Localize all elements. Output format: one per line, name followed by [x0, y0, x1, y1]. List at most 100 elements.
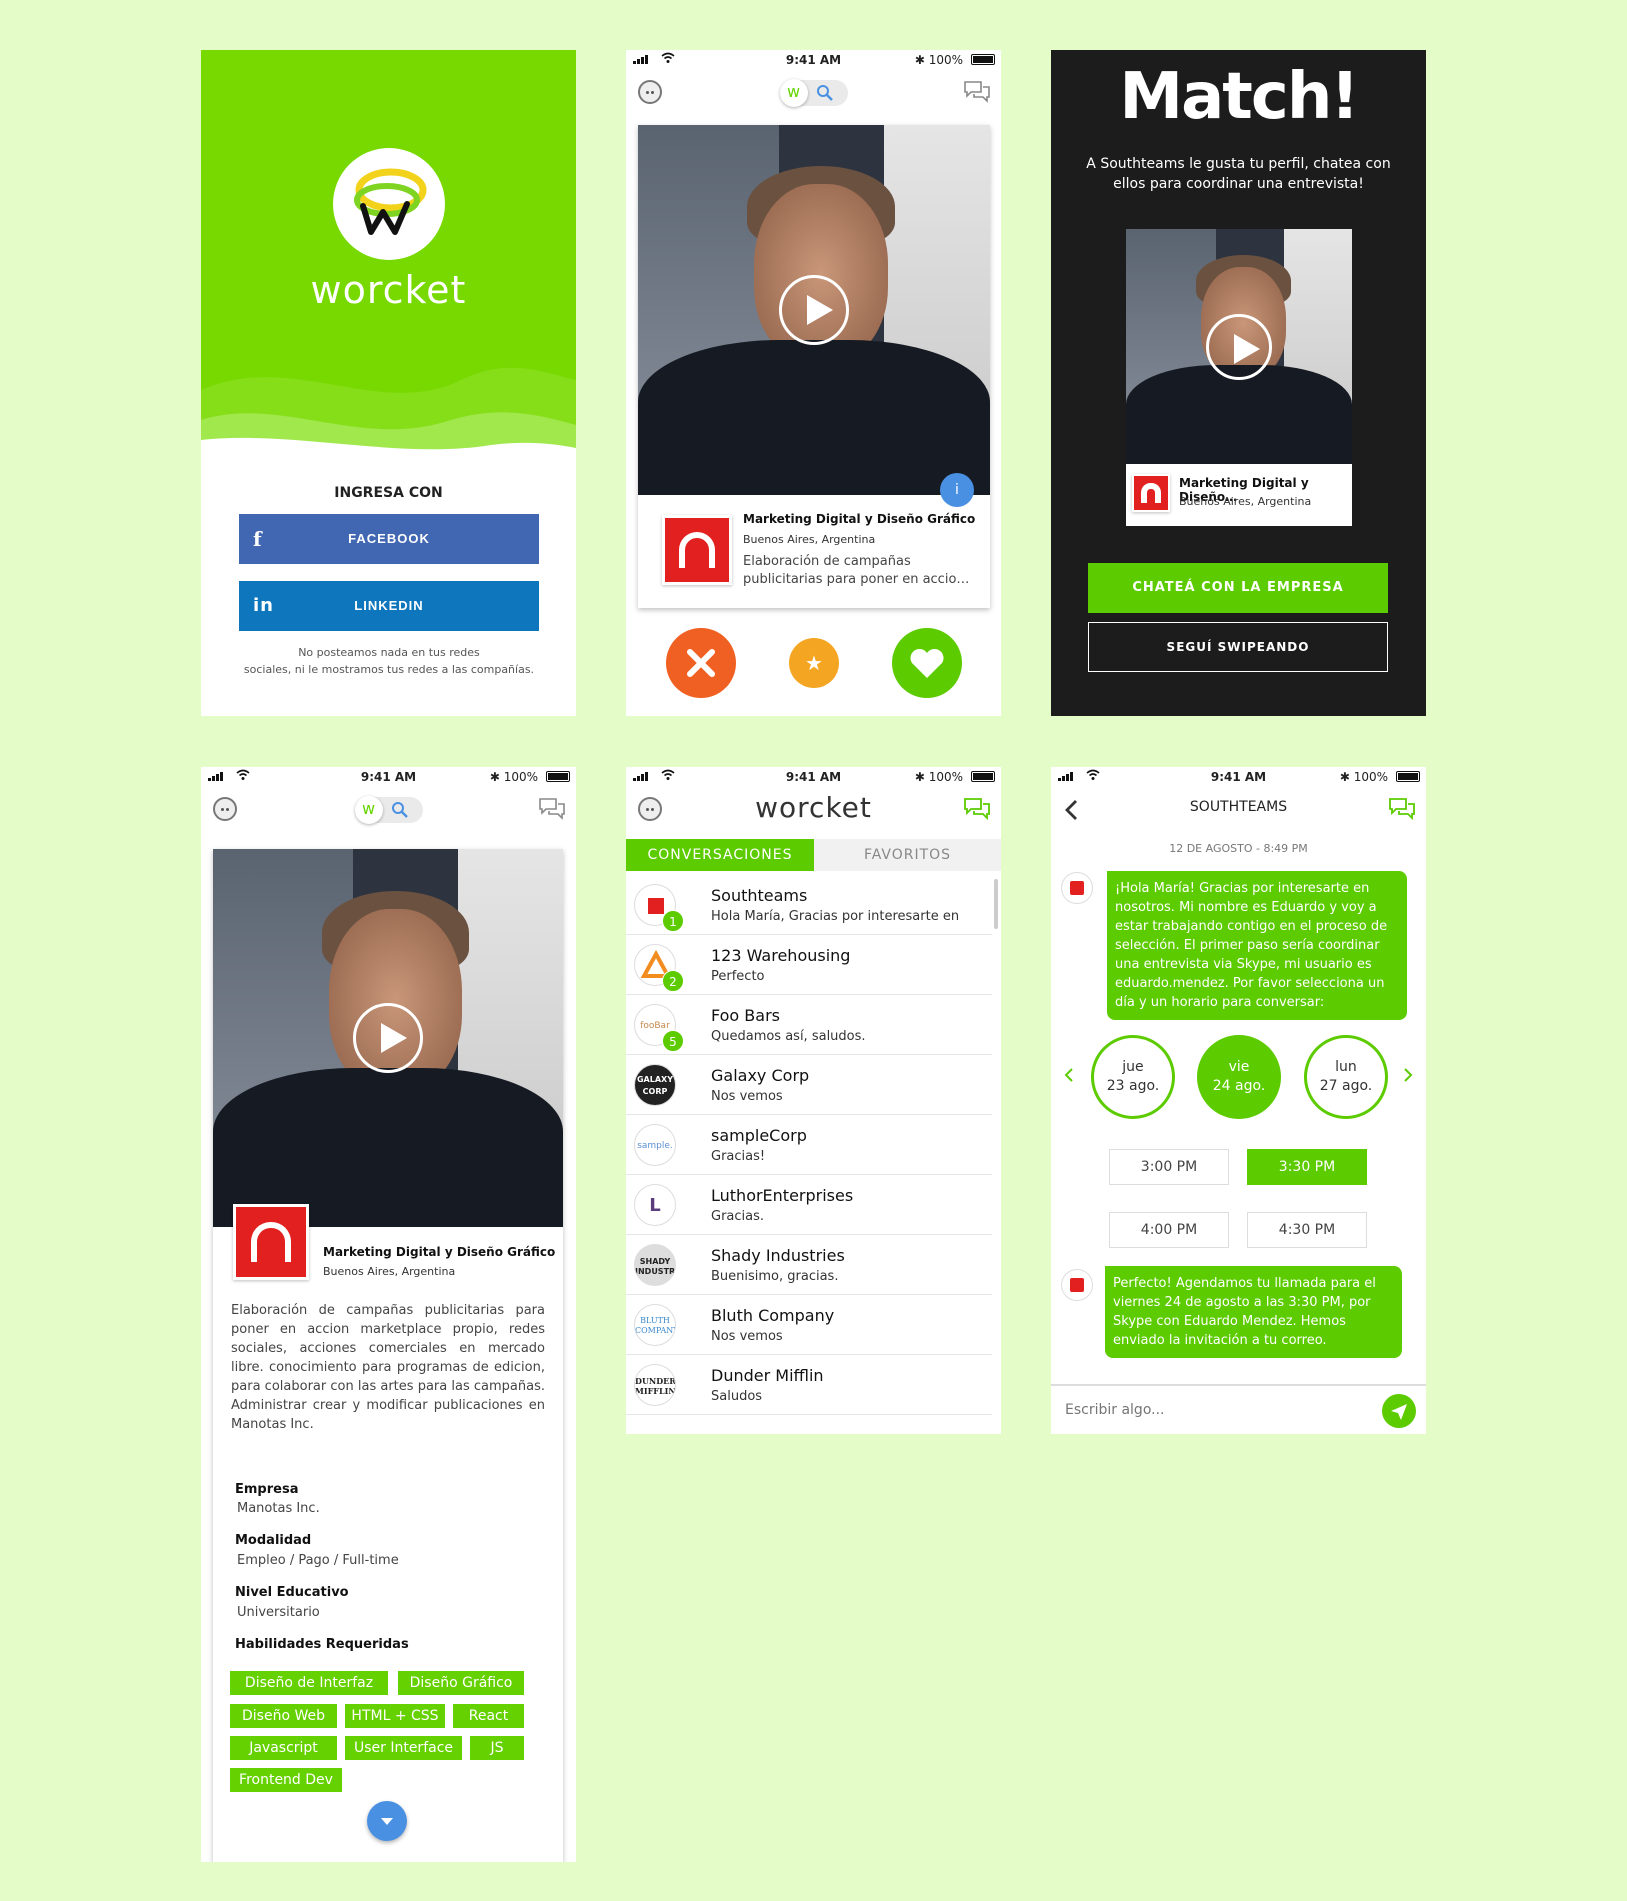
unread-badge: 2	[662, 970, 684, 992]
linkedin-label: LINKEDIN	[354, 598, 424, 613]
chat-icon[interactable]	[538, 797, 566, 821]
nav-bar: SOUTHTEAMS	[1051, 787, 1426, 831]
conversation-preview: Perfecto	[711, 969, 765, 984]
nav-bar: worcket	[626, 787, 1001, 831]
list-item[interactable]: GALAXY CORP Galaxy Corp Nos vemos	[626, 1055, 992, 1115]
modalidad-value: Empleo / Pago / Full-time	[237, 1553, 399, 1568]
tab-conversaciones[interactable]: CONVERSACIONES	[626, 839, 814, 871]
chat-with-company-button[interactable]: CHATEÁ CON LA EMPRESA	[1088, 563, 1388, 613]
chat-date: 12 DE AGOSTO - 8:49 PM	[1169, 842, 1308, 855]
avatar: SHADY INDUSTRIES	[634, 1244, 676, 1286]
time-slot[interactable]: 4:00 PM	[1109, 1212, 1229, 1248]
search-icon[interactable]	[391, 801, 409, 819]
job-card[interactable]: i Marketing Digital y Diseño Gráfico Bue…	[638, 125, 990, 608]
play-icon[interactable]	[353, 1003, 423, 1073]
conversation-preview: Nos vemos	[711, 1329, 783, 1344]
status-bar: 9:41 AM ✱ 100%	[201, 767, 576, 787]
job-video[interactable]	[638, 125, 990, 495]
list-item[interactable]: BLUTH COMPANY Bluth Company Nos vemos	[626, 1295, 992, 1355]
job-detail-screen: 9:41 AM ✱ 100% w Marketing Digital y Dis…	[201, 767, 576, 1862]
battery-percent: ✱ 100%	[914, 770, 963, 784]
battery-percent: ✱ 100%	[489, 770, 538, 784]
play-icon[interactable]	[779, 275, 849, 345]
message-composer	[1051, 1384, 1426, 1434]
message-input[interactable]	[1065, 1396, 1365, 1424]
job-location: Buenos Aires, Argentina	[323, 1265, 456, 1278]
keep-swiping-button[interactable]: SEGUÍ SWIPEANDO	[1088, 622, 1388, 672]
battery-icon	[971, 54, 995, 65]
mode-toggle[interactable]: w	[779, 79, 848, 107]
battery-percent: ✱ 100%	[1339, 770, 1388, 784]
day-option[interactable]: jue 23 ago.	[1091, 1035, 1175, 1119]
match-video[interactable]	[1126, 229, 1352, 464]
incoming-message: ¡Hola María! Gracias por interesarte en …	[1107, 871, 1407, 1020]
empresa-label: Empresa	[235, 1482, 299, 1497]
match-job-location: Buenos Aires, Argentina	[1179, 495, 1312, 508]
job-detail-card: Marketing Digital y Diseño Gráfico Bueno…	[213, 849, 563, 1862]
chat-icon[interactable]	[963, 80, 991, 104]
scrollbar[interactable]	[994, 879, 998, 929]
linkedin-login-button[interactable]: in LINKEDIN	[239, 581, 539, 631]
conversation-name: Foo Bars	[711, 1006, 780, 1025]
company-logo	[662, 515, 732, 585]
unread-badge: 1	[662, 910, 684, 932]
nav-bar: w	[201, 787, 576, 831]
conversation-tabs: CONVERSACIONES FAVORITOS	[626, 839, 1001, 871]
skill-tag: Diseño Web	[230, 1704, 337, 1728]
mode-toggle[interactable]: w	[354, 796, 423, 824]
time-slot-selected[interactable]: 3:30 PM	[1247, 1149, 1367, 1185]
play-icon[interactable]	[1206, 313, 1272, 380]
worcket-w-icon[interactable]: w	[779, 79, 808, 107]
favorite-button[interactable]: ★	[789, 638, 839, 688]
chevron-left-icon[interactable]	[1063, 1067, 1075, 1083]
like-button[interactable]	[892, 628, 962, 698]
conversation-preview: Quedamos así, saludos.	[711, 1029, 866, 1044]
day-option[interactable]: lun 27 ago.	[1304, 1035, 1388, 1119]
battery-icon	[971, 771, 995, 782]
match-card[interactable]: Marketing Digital y Diseño… Buenos Aires…	[1126, 229, 1352, 526]
incoming-message: Perfecto! Agendamos tu llamada para el v…	[1105, 1266, 1402, 1358]
chat-icon[interactable]	[1388, 797, 1416, 821]
skill-tag: Javascript	[230, 1736, 337, 1760]
chat-icon[interactable]	[963, 797, 991, 821]
avatar: sample.	[634, 1124, 676, 1166]
status-bar: 9:41 AM ✱ 100%	[626, 50, 1001, 70]
list-item[interactable]: sample. sampleCorp Gracias!	[626, 1115, 992, 1175]
star-icon: ★	[805, 651, 823, 675]
login-screen: worcket INGRESA CON f FACEBOOK in LINKED…	[201, 50, 576, 716]
list-item[interactable]: 2 123 Warehousing Perfecto	[626, 935, 992, 995]
reject-button[interactable]	[666, 628, 736, 698]
status-bar: 9:41 AM ✱ 100%	[1051, 767, 1426, 787]
job-video[interactable]	[213, 849, 563, 1227]
battery-icon	[546, 771, 570, 782]
send-button[interactable]	[1382, 1394, 1416, 1428]
conversation-name: sampleCorp	[711, 1126, 807, 1145]
facebook-login-button[interactable]: f FACEBOOK	[239, 514, 539, 564]
time-slot[interactable]: 4:30 PM	[1247, 1212, 1367, 1248]
info-button[interactable]: i	[940, 473, 974, 507]
list-item[interactable]: 1 Southteams Hola María, Gracias por int…	[626, 875, 992, 935]
tab-favoritos[interactable]: FAVORITOS	[814, 839, 1001, 871]
list-item[interactable]: fooBar 5 Foo Bars Quedamos así, saludos.	[626, 995, 992, 1055]
conversation-name: Southteams	[711, 886, 808, 905]
heart-icon	[910, 648, 944, 678]
battery-icon	[1396, 771, 1420, 782]
list-item[interactable]: L LuthorEnterprises Gracias.	[626, 1175, 992, 1235]
list-item[interactable]: DUNDER MIFFLIN Dunder Mifflin Saludos	[626, 1355, 992, 1415]
search-icon[interactable]	[816, 84, 834, 102]
chevron-right-icon[interactable]	[1402, 1067, 1414, 1083]
conversation-name: LuthorEnterprises	[711, 1186, 854, 1205]
time-slot[interactable]: 3:00 PM	[1109, 1149, 1229, 1185]
conversation-name: 123 Warehousing	[711, 946, 851, 965]
profile-icon[interactable]	[638, 80, 662, 104]
worcket-w-icon[interactable]: w	[354, 796, 383, 824]
job-description: Elaboración de campañas publicitarias pa…	[231, 1303, 545, 1432]
wave-decoration	[201, 367, 576, 480]
scroll-down-button[interactable]	[367, 1801, 407, 1841]
profile-icon[interactable]	[213, 797, 237, 821]
skill-tag: User Interface	[345, 1736, 462, 1760]
day-option-selected[interactable]: vie 24 ago.	[1197, 1035, 1281, 1119]
list-item[interactable]: SHADY INDUSTRIES Shady Industries Buenis…	[626, 1235, 992, 1295]
skill-tag: Frontend Dev	[230, 1768, 342, 1792]
avatar: GALAXY CORP	[634, 1064, 676, 1106]
